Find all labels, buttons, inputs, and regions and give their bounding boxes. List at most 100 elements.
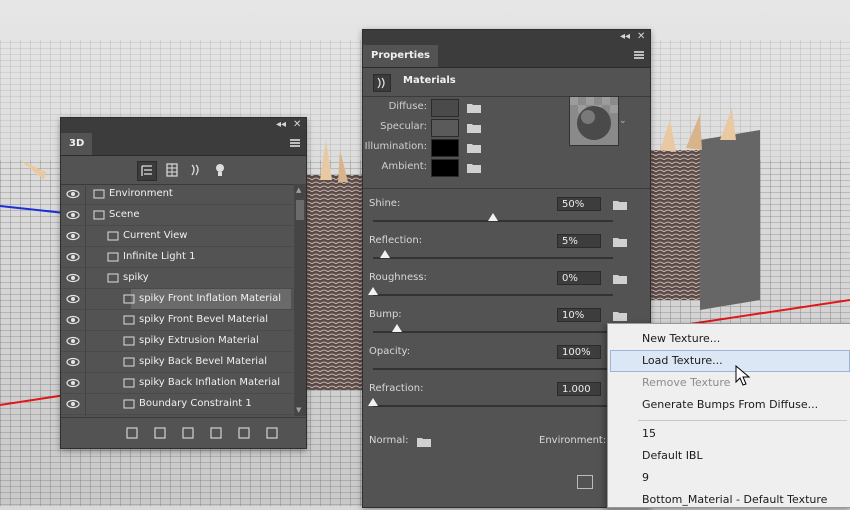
scene-tree-row[interactable]: spiky Extrusion Material — [61, 331, 293, 352]
environment-label: Environment: — [539, 435, 607, 446]
menu-item[interactable]: Load Texture... — [642, 351, 723, 371]
color-swatch[interactable] — [431, 159, 459, 177]
slider-value-field[interactable]: 100% — [557, 345, 601, 359]
add-light-icon[interactable] — [153, 426, 167, 440]
texture-folder-icon[interactable] — [467, 162, 481, 173]
meshes-filter-icon[interactable] — [163, 161, 181, 179]
scene-tree-row[interactable]: Infinite Light 1 — [61, 247, 293, 268]
material-preview[interactable] — [569, 96, 619, 146]
recent-texture-item[interactable]: Bottom_Material - Default Texture — [642, 490, 827, 510]
scene-tree-row[interactable]: spiky Back Inflation Material — [61, 373, 293, 394]
recent-texture-item[interactable]: 15 — [642, 424, 656, 444]
whole-scene-filter-icon[interactable] — [137, 161, 157, 181]
slider-handle[interactable] — [368, 287, 378, 295]
visibility-eye-icon[interactable] — [61, 373, 86, 393]
close-panel-icon[interactable]: ✕ — [637, 31, 645, 42]
visibility-eye-icon[interactable] — [61, 331, 86, 351]
tab-3d[interactable]: 3D — [61, 133, 93, 155]
tab-properties[interactable]: Properties — [363, 45, 438, 67]
scene-tree-row[interactable]: spiky Front Bevel Material — [61, 310, 293, 331]
materials-filter-icon[interactable] — [187, 161, 205, 179]
panel-tabbar: Properties — [363, 45, 650, 68]
environment-icon — [93, 188, 105, 200]
trash-icon[interactable] — [265, 426, 279, 440]
color-swatch[interactable] — [431, 119, 459, 137]
collapse-panel-icon[interactable]: ◂◂ — [276, 119, 286, 130]
chevron-down-icon[interactable]: ⌄ — [619, 116, 627, 126]
lights-filter-icon[interactable] — [211, 161, 229, 179]
scene-tree: Environment Scene Current View Infinite Lig… — [61, 184, 293, 416]
visibility-eye-icon[interactable] — [61, 268, 86, 288]
scene-item-label: Boundary Constraint 2 — [139, 415, 252, 416]
slider-handle[interactable] — [488, 213, 498, 221]
3d-panel: ◂◂ ✕ 3D Environment Scene Current View Infi… — [60, 117, 307, 449]
visibility-eye-icon[interactable] — [61, 289, 86, 309]
slider-handle[interactable] — [392, 324, 402, 332]
menu-item: Remove Texture — [642, 376, 731, 389]
visibility-eye-icon[interactable] — [61, 205, 86, 225]
scene-tree-row[interactable]: Current View — [61, 226, 293, 247]
visibility-eye-icon[interactable] — [61, 247, 86, 267]
color-swatch[interactable] — [431, 139, 459, 157]
texture-folder-icon[interactable] — [613, 236, 627, 247]
close-panel-icon[interactable]: ✕ — [293, 119, 301, 130]
add-mesh-icon[interactable] — [181, 426, 195, 440]
scene-tree-scrollbar[interactable]: ▲ ▼ — [294, 184, 306, 416]
scroll-down-icon[interactable]: ▼ — [296, 406, 301, 414]
collapse-panel-icon[interactable]: ◂◂ — [620, 31, 630, 42]
slider-track[interactable] — [373, 368, 613, 370]
scrollbar-thumb[interactable] — [296, 200, 304, 220]
slider-track[interactable] — [373, 294, 613, 296]
texture-folder-icon[interactable] — [467, 102, 481, 113]
scene-tree-row[interactable]: Environment — [61, 184, 293, 205]
texture-folder-icon[interactable] — [613, 310, 627, 321]
scene-tree-row[interactable]: spiky Front Inflation Material — [61, 289, 293, 310]
texture-folder-icon[interactable] — [467, 142, 481, 153]
scene-tree-row[interactable]: Scene — [61, 205, 293, 226]
recent-texture-item[interactable]: 9 — [642, 468, 649, 488]
render-icon[interactable] — [125, 426, 139, 440]
menu-item[interactable]: New Texture... — [642, 329, 720, 349]
scene-tree-row[interactable]: Boundary Constraint 1 — [61, 394, 293, 415]
scene-tree-row[interactable]: spiky Back Bevel Material — [61, 352, 293, 373]
scene-item-label: Current View — [123, 230, 188, 241]
visibility-eye-icon[interactable] — [61, 310, 86, 330]
slider-value-field[interactable]: 1.000 — [557, 382, 601, 396]
panel-titlebar[interactable]: ◂◂ ✕ — [363, 30, 650, 45]
color-swatch[interactable] — [431, 99, 459, 117]
visibility-eye-icon[interactable] — [61, 394, 86, 414]
texture-folder-icon[interactable] — [613, 273, 627, 284]
slider-track[interactable] — [373, 405, 613, 407]
drop-to-plane-icon[interactable] — [209, 426, 223, 440]
visibility-eye-icon[interactable] — [61, 184, 86, 204]
add-constraint-icon[interactable] — [237, 426, 251, 440]
normal-folder-icon[interactable] — [417, 436, 431, 447]
panel-menu-icon[interactable] — [634, 51, 644, 59]
scene-tree-row[interactable]: Boundary Constraint 2 — [61, 415, 293, 416]
slider-value-field[interactable]: 50% — [557, 197, 601, 211]
panel-menu-icon[interactable] — [290, 139, 300, 147]
slider-label: Refraction: — [369, 383, 424, 394]
slider-value-field[interactable]: 10% — [557, 308, 601, 322]
scroll-up-icon[interactable]: ▲ — [296, 186, 301, 194]
slider-handle[interactable] — [368, 398, 378, 406]
texture-folder-icon[interactable] — [613, 199, 627, 210]
menu-item[interactable]: Generate Bumps From Diffuse... — [642, 395, 818, 415]
scene-item-label: Infinite Light 1 — [123, 251, 196, 262]
texture-folder-icon[interactable] — [467, 122, 481, 133]
render-preview-icon[interactable] — [577, 475, 593, 489]
recent-texture-item[interactable]: Default IBL — [642, 446, 703, 466]
slider-track[interactable] — [373, 257, 613, 259]
mesh-icon — [107, 272, 119, 284]
panel-titlebar[interactable]: ◂◂ ✕ — [61, 118, 306, 133]
material-icon — [123, 335, 135, 347]
panel-tabbar: 3D — [61, 133, 306, 156]
scene-tree-row[interactable]: spiky — [61, 268, 293, 289]
visibility-eye-icon[interactable] — [61, 226, 86, 246]
visibility-eye-icon[interactable] — [61, 352, 86, 372]
slider-value-field[interactable]: 5% — [557, 234, 601, 248]
visibility-eye-icon[interactable] — [61, 415, 86, 416]
slider-track[interactable] — [373, 331, 613, 333]
slider-handle[interactable] — [380, 250, 390, 258]
slider-value-field[interactable]: 0% — [557, 271, 601, 285]
